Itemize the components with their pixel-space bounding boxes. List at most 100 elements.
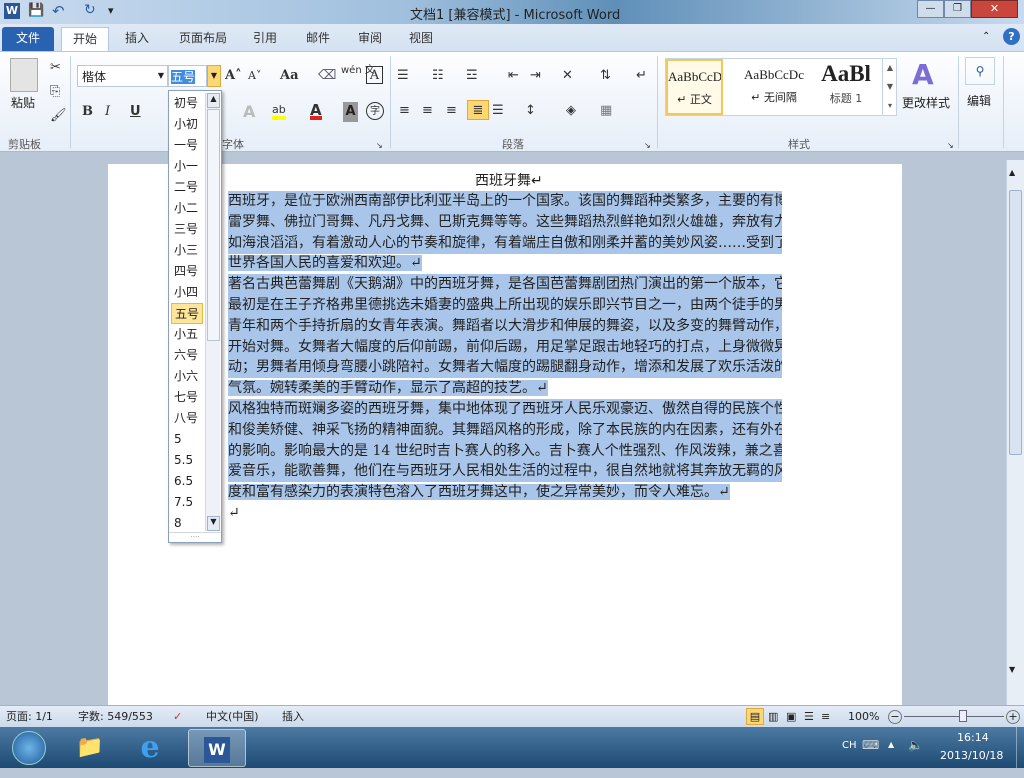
help-icon[interactable]: ? [1003,28,1020,45]
tab-insert[interactable]: 插入 [115,27,159,51]
minimize-button[interactable]: — [917,0,944,18]
styles-scroll[interactable]: ▲ ▼ ▾ [882,58,897,116]
font-size-option[interactable]: 6.5 [171,471,203,492]
text-effects-icon[interactable]: A [243,102,255,122]
numbering-icon[interactable]: ☷ [432,66,444,86]
language[interactable]: 中文(中国) [206,706,259,728]
zoom-out-button[interactable]: − [888,710,902,724]
print-layout-icon[interactable]: ▤ [746,708,764,725]
font-size-option[interactable]: 8 [171,513,203,534]
line-spacing-icon[interactable]: ↕ [525,101,536,121]
word-app-icon[interactable]: W [4,3,20,19]
multilevel-list-icon[interactable]: ☲ [466,66,478,86]
full-screen-reading-icon[interactable]: ▥ [768,706,778,728]
zoom-in-button[interactable]: + [1006,710,1020,724]
document-line[interactable]: 开始对舞。女舞者大幅度的后仰前踢，前仰后踢，用足掌足跟击地轻巧的打点，上身微微晃 [228,336,782,358]
empty-paragraph[interactable]: ↵ [228,503,782,524]
font-size-option[interactable]: 三号 [171,219,203,240]
tab-file[interactable]: 文件 [2,27,54,51]
font-size-option[interactable]: 四号 [171,261,203,282]
keyboard-icon[interactable]: ⌨ [862,738,879,752]
font-color-button[interactable]: A [310,100,322,120]
zoom-level[interactable]: 100% [848,706,879,728]
sort-icon[interactable]: ⇅ [600,66,611,86]
font-size-option[interactable]: 小初 [171,114,203,135]
document-line[interactable]: 著名古典芭蕾舞剧《天鹅湖》中的西班牙舞，是各国芭蕾舞剧团热门演出的第一个版本，它 [228,274,782,296]
tab-home[interactable]: 开始 [61,27,109,51]
change-case-button[interactable]: Aa [280,66,299,86]
tab-review[interactable]: 审阅 [350,27,390,51]
font-size-option[interactable]: 小六 [171,366,203,387]
document-line[interactable]: 的影响。影响最大的是 14 世纪时吉卜赛人的移入。吉卜赛人个性强烈、作风泼辣，兼… [228,440,782,462]
change-styles-button[interactable]: 更改样式 [902,94,950,111]
word-taskbar-button[interactable]: W [188,729,246,767]
font-size-option[interactable]: 小三 [171,240,203,261]
scrollbar-thumb[interactable] [1009,190,1022,455]
clock-date[interactable]: 2013/10/18 [940,749,1003,762]
change-styles-icon[interactable]: A [912,58,934,91]
document-line[interactable]: 爱音乐，能歌善舞，他们在与西班牙人民相处生活的过程中，很自然地就将其奔放无羁的风 [228,461,782,483]
document-line[interactable]: 风格独特而斑斓多姿的西班牙舞，集中地体现了西班牙人民乐观豪迈、傲然自得的民族个性 [228,399,782,420]
style-heading-1[interactable]: AaBl 标题 1 [814,61,878,115]
find-icon[interactable]: ⚲ [965,57,995,85]
show-hidden-icons[interactable]: ▲ [888,740,894,749]
font-size-option[interactable]: 小二 [171,198,203,219]
font-size-option[interactable]: 7.5 [171,492,203,513]
font-size-option[interactable]: 5.5 [171,450,203,471]
ime-indicator[interactable]: CH [842,740,857,751]
font-name-combobox[interactable]: 楷体 ▼ [77,65,168,87]
character-shading-button[interactable]: A [343,102,358,122]
align-right-icon[interactable]: ≡ [446,101,457,121]
dropdown-scrollbar[interactable]: ▲ ▼ [205,93,220,531]
character-border-button[interactable]: A [366,66,383,84]
font-size-option[interactable]: 小一 [171,156,203,177]
align-center-icon[interactable]: ≡ [422,101,433,121]
font-size-option[interactable]: 小五 [171,324,203,345]
font-size-combobox[interactable]: 五号 [168,65,207,87]
highlight-button[interactable]: ab [272,100,286,120]
scroll-up-icon[interactable]: ▲ [1009,168,1015,177]
customize-qat-icon[interactable]: ▾ [108,4,114,17]
font-size-value[interactable]: 五号 [171,70,196,84]
document-line[interactable]: 气氛。婉转柔美的手臂动作，显示了高超的技艺。↵ [228,378,782,399]
restore-button[interactable]: ❐ [944,0,971,18]
decrease-indent-icon[interactable]: ⇤ [508,66,519,86]
document-line[interactable]: 雷罗舞、佛拉门哥舞、凡丹戈舞、巴斯克舞等等。这些舞蹈热烈鲜艳如烈火雄雄，奔放有力 [228,211,782,233]
vertical-scrollbar[interactable]: ▲ ▼ [1006,160,1024,705]
font-size-option[interactable]: 二号 [171,177,203,198]
font-size-option[interactable]: 八号 [171,408,203,429]
document-line[interactable]: 西班牙，是位于欧洲西南部伊比利亚半岛上的一个国家。该国的舞蹈种类繁多，主要的有博 [228,191,782,212]
justify-button[interactable]: ≣ [467,100,489,120]
word-count[interactable]: 字数: 549/553 [78,706,153,728]
page-count[interactable]: 页面: 1/1 [6,706,53,728]
draft-icon[interactable]: ≡ [821,706,830,728]
clear-formatting-icon[interactable]: ⌫ [318,66,336,86]
underline-button[interactable]: U [130,102,141,122]
outline-icon[interactable]: ☰ [804,706,814,728]
cut-icon[interactable]: ✂ [50,58,61,78]
format-painter-icon[interactable]: 🖌 [50,106,67,126]
proofing-icon[interactable]: ✓ [173,706,182,728]
bold-button[interactable]: B [82,102,93,122]
font-size-option[interactable]: 小四 [171,282,203,303]
font-size-option[interactable]: 五号 [171,303,203,324]
document-line[interactable]: 动；男舞者用倾身弯腰小跳陪衬。女舞者大幅度的踢腿翻身动作，增添和发展了欢乐活泼的 [228,357,782,379]
font-size-option[interactable]: 七号 [171,387,203,408]
font-size-option[interactable]: 六号 [171,345,203,366]
document-line[interactable]: 最初是在王子齐格弗里德挑选未婚妻的盛典上所出现的娱乐即兴节目之一，由两个徒手的男 [228,295,782,316]
italic-button[interactable]: I [105,102,110,122]
undo-icon[interactable]: ↶ [52,2,65,20]
scroll-down-icon[interactable]: ▼ [207,516,220,531]
increase-indent-icon[interactable]: ⇥ [530,66,541,86]
document-line[interactable]: 和俊美矫健、神采飞扬的精神面貌。其舞蹈风格的形成，除了本民族的内在因素，还有外在 [228,419,782,441]
show-marks-icon[interactable]: ↵ [636,66,647,86]
font-size-option[interactable]: 初号 [171,93,203,114]
font-size-dropdown-button[interactable]: ▼ [207,65,221,87]
tab-mailings[interactable]: 邮件 [298,27,338,51]
document-title[interactable]: 西班牙舞↵ [475,171,543,191]
paste-button[interactable]: 粘贴 [11,94,35,111]
grow-font-button[interactable]: A˄ [225,66,242,86]
volume-icon[interactable]: 🔈 [908,738,923,752]
start-button[interactable] [4,729,54,767]
resize-grip[interactable]: ···· [169,532,221,542]
